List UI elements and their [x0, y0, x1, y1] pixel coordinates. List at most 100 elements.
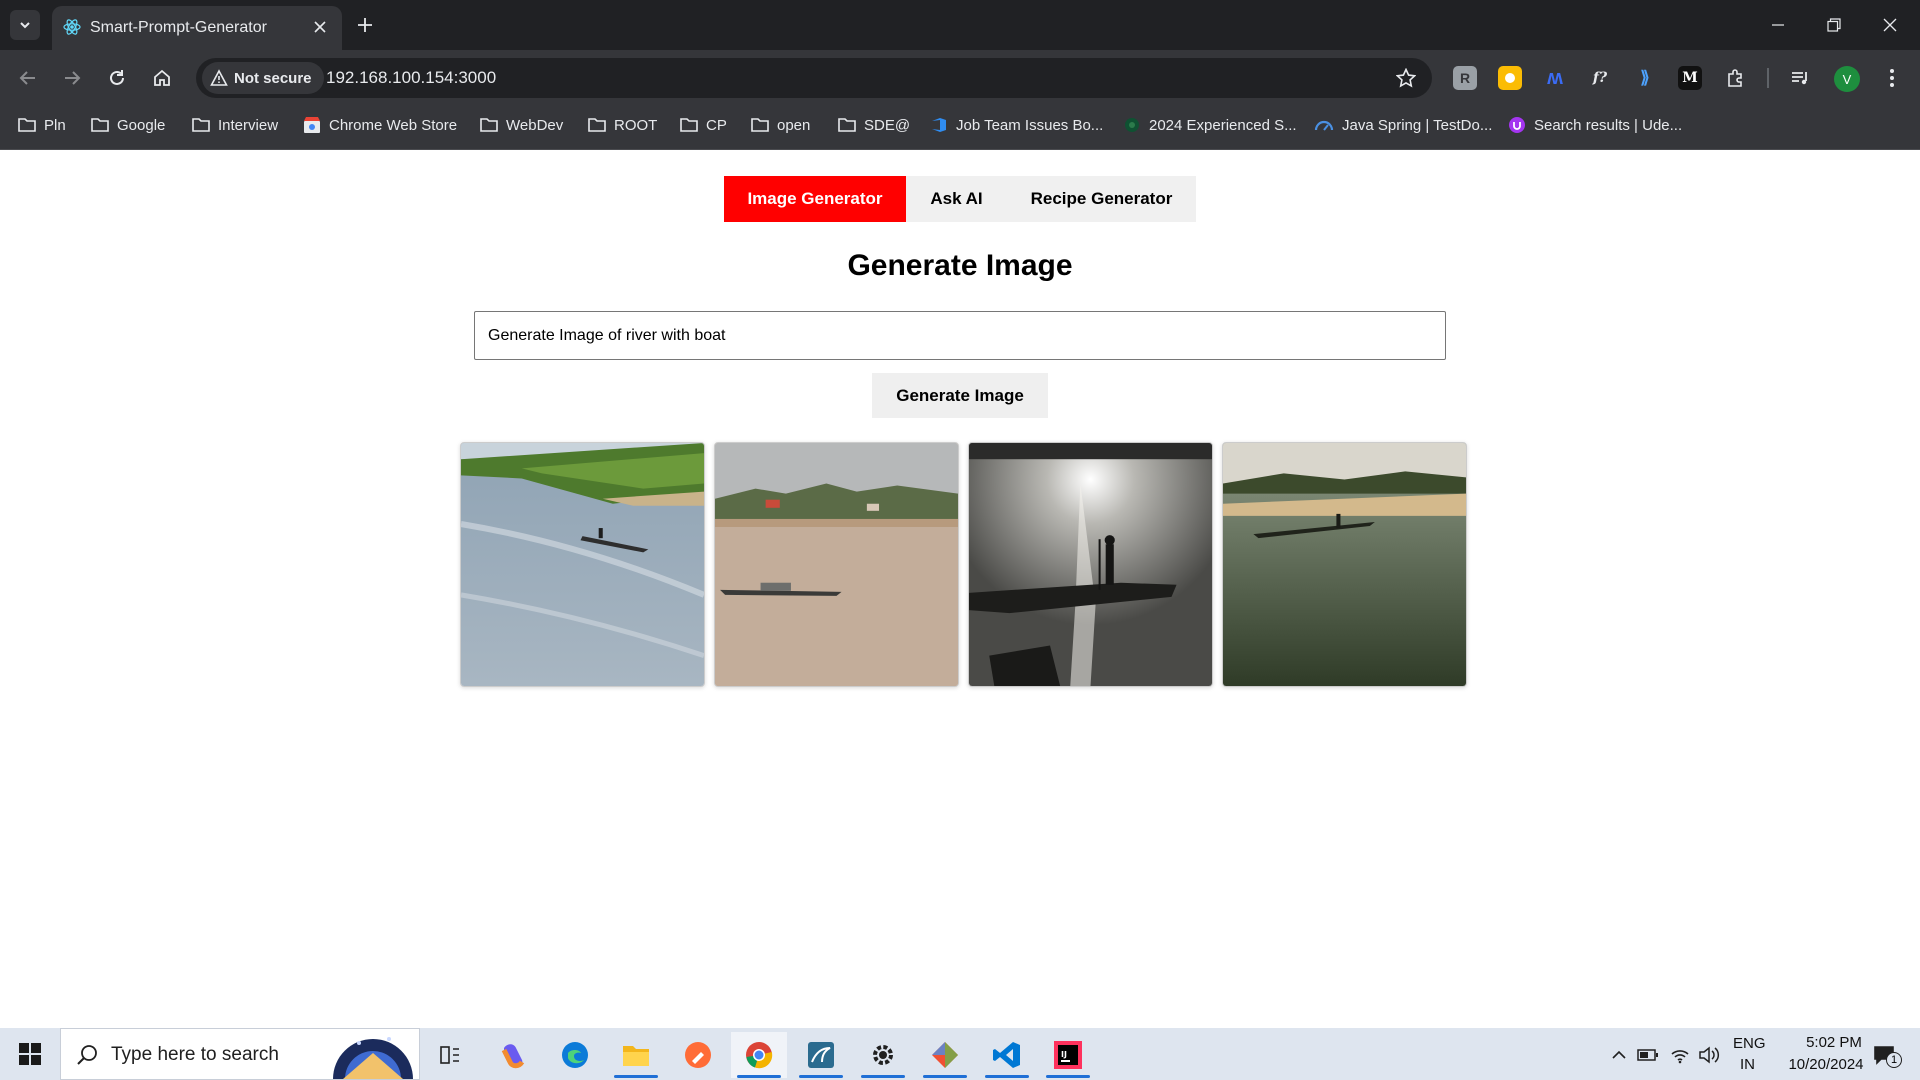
bookmark-item[interactable]: Job Team Issues Bo...: [930, 106, 1103, 144]
home-button[interactable]: [146, 62, 178, 94]
git-app[interactable]: [917, 1032, 973, 1078]
tab-title: Smart-Prompt-Generator: [90, 19, 267, 36]
network-icon[interactable]: [1669, 1044, 1691, 1066]
security-label: Not secure: [234, 69, 312, 87]
svg-text:IJ: IJ: [1061, 1050, 1067, 1059]
image-results: [460, 442, 1467, 687]
forward-button[interactable]: [56, 62, 88, 94]
taskbar-search[interactable]: Type here to search: [60, 1028, 420, 1080]
battery-icon: [1637, 1049, 1658, 1061]
arrow-left-icon: [19, 71, 35, 85]
generated-image[interactable]: [460, 442, 705, 687]
bookmark-item[interactable]: open: [751, 106, 810, 144]
edge-app[interactable]: [547, 1032, 603, 1078]
generated-image[interactable]: [1222, 442, 1467, 687]
playlist-icon: [1792, 72, 1807, 85]
settings-app[interactable]: [855, 1032, 911, 1078]
app-tabs: Image Generator Ask AI Recipe Generator: [724, 176, 1196, 222]
extension-r-icon[interactable]: R: [1453, 66, 1477, 90]
bookmark-label: 2024 Experienced S...: [1149, 116, 1297, 134]
bookmark-item[interactable]: Search results | Ude...: [1508, 106, 1682, 144]
extension-m-logo-icon[interactable]: ʍ: [1543, 66, 1567, 90]
volume-icon[interactable]: [1698, 1044, 1720, 1066]
extension-waves-icon[interactable]: ⟫: [1633, 66, 1657, 90]
extension-medium-icon[interactable]: M: [1678, 66, 1702, 90]
show-hidden-icons-button[interactable]: [1608, 1044, 1630, 1066]
reload-button[interactable]: [101, 62, 133, 94]
vscode-app[interactable]: [979, 1032, 1035, 1078]
chrome-app[interactable]: [731, 1032, 787, 1078]
vscode-icon: [993, 1042, 1020, 1068]
postman-app[interactable]: [670, 1032, 726, 1078]
address-bar[interactable]: Not secure 192.168.100.154:3000: [196, 58, 1432, 98]
bookmark-label: ROOT: [614, 116, 658, 134]
start-button[interactable]: [8, 1038, 52, 1070]
close-window-button[interactable]: [1870, 8, 1910, 42]
extension-formula-icon[interactable]: f?: [1588, 66, 1612, 90]
search-icon: [77, 1045, 97, 1065]
folder-icon: [838, 118, 856, 132]
security-chip[interactable]: Not secure: [202, 62, 324, 94]
azure-devops-icon: [932, 118, 946, 132]
profile-avatar[interactable]: V: [1834, 66, 1860, 92]
bookmark-item[interactable]: SDE@: [838, 106, 910, 144]
generated-image[interactable]: [714, 442, 959, 687]
bookmark-label: Job Team Issues Bo...: [956, 116, 1104, 134]
gear-icon: [873, 1045, 893, 1065]
browser-toolbar: Not secure 192.168.100.154:3000 R ʍ f? ⟫…: [0, 50, 1920, 106]
prompt-input[interactable]: [474, 311, 1446, 360]
home-icon: [154, 69, 170, 86]
browser-tab[interactable]: Smart-Prompt-Generator: [52, 6, 342, 50]
windows-icon: [19, 1043, 41, 1065]
bookmark-item[interactable]: WebDev: [480, 106, 563, 144]
bookmark-star-button[interactable]: [1394, 66, 1418, 90]
browser-menu-button[interactable]: [1880, 66, 1904, 90]
extension-yellow-icon[interactable]: [1498, 66, 1522, 90]
bookmark-item[interactable]: Java Spring | TestDo...: [1314, 106, 1492, 144]
tab-ask-ai[interactable]: Ask AI: [906, 176, 1007, 222]
bookmark-label: Search results | Ude...: [1534, 116, 1683, 134]
generated-image[interactable]: [968, 442, 1213, 687]
bookmark-item[interactable]: Google: [91, 106, 165, 144]
chevron-down-icon: [20, 22, 30, 29]
minimize-button[interactable]: [1758, 8, 1798, 42]
task-view-button[interactable]: [422, 1032, 478, 1078]
tab-recipe-generator[interactable]: Recipe Generator: [1007, 176, 1196, 222]
puzzle-icon: [1728, 69, 1742, 87]
battery-icon[interactable]: [1637, 1044, 1659, 1066]
language-code: ENG: [1733, 1035, 1766, 1052]
back-button[interactable]: [12, 62, 44, 94]
postman-icon: [685, 1042, 711, 1068]
mysql-workbench-app[interactable]: [793, 1032, 849, 1078]
bookmark-label: CP: [706, 116, 727, 134]
tab-image-generator[interactable]: Image Generator: [724, 176, 906, 222]
chrome-icon: [746, 1042, 773, 1069]
minimize-icon: [1772, 24, 1784, 26]
plus-icon: [358, 18, 372, 32]
bookmark-item[interactable]: Pln: [18, 106, 66, 144]
notification-center-button[interactable]: 1: [1868, 1042, 1902, 1068]
extensions-puzzle-icon[interactable]: [1723, 66, 1747, 90]
tab-close-button[interactable]: [308, 15, 332, 39]
url-text[interactable]: 192.168.100.154:3000: [326, 68, 496, 88]
new-tab-button[interactable]: [350, 10, 380, 40]
taskbar: Type here to search IJ ENG IN 5:02 PM 10…: [0, 1028, 1920, 1080]
media-controls-button[interactable]: [1788, 66, 1812, 90]
restore-button[interactable]: [1814, 8, 1854, 42]
folder-icon: [18, 118, 36, 132]
more-vertical-icon: [1890, 69, 1894, 87]
bookmark-item[interactable]: ROOT: [588, 106, 657, 144]
bookmark-label: Pln: [44, 116, 66, 134]
intellij-app[interactable]: IJ: [1040, 1032, 1096, 1078]
file-explorer-app[interactable]: [608, 1032, 664, 1078]
copilot-app[interactable]: [485, 1032, 541, 1078]
generate-image-button[interactable]: Generate Image: [872, 373, 1048, 418]
bookmark-item[interactable]: Interview: [192, 106, 278, 144]
bookmark-item[interactable]: CP: [680, 106, 727, 144]
web-page: Image Generator Ask AI Recipe Generator …: [0, 151, 1920, 1028]
bookmark-label: SDE@: [864, 116, 911, 134]
tab-search-button[interactable]: [10, 10, 40, 40]
folder-icon: [91, 118, 109, 132]
bookmark-item[interactable]: 2024 Experienced S...: [1123, 106, 1297, 144]
bookmark-item[interactable]: Chrome Web Store: [303, 106, 457, 144]
